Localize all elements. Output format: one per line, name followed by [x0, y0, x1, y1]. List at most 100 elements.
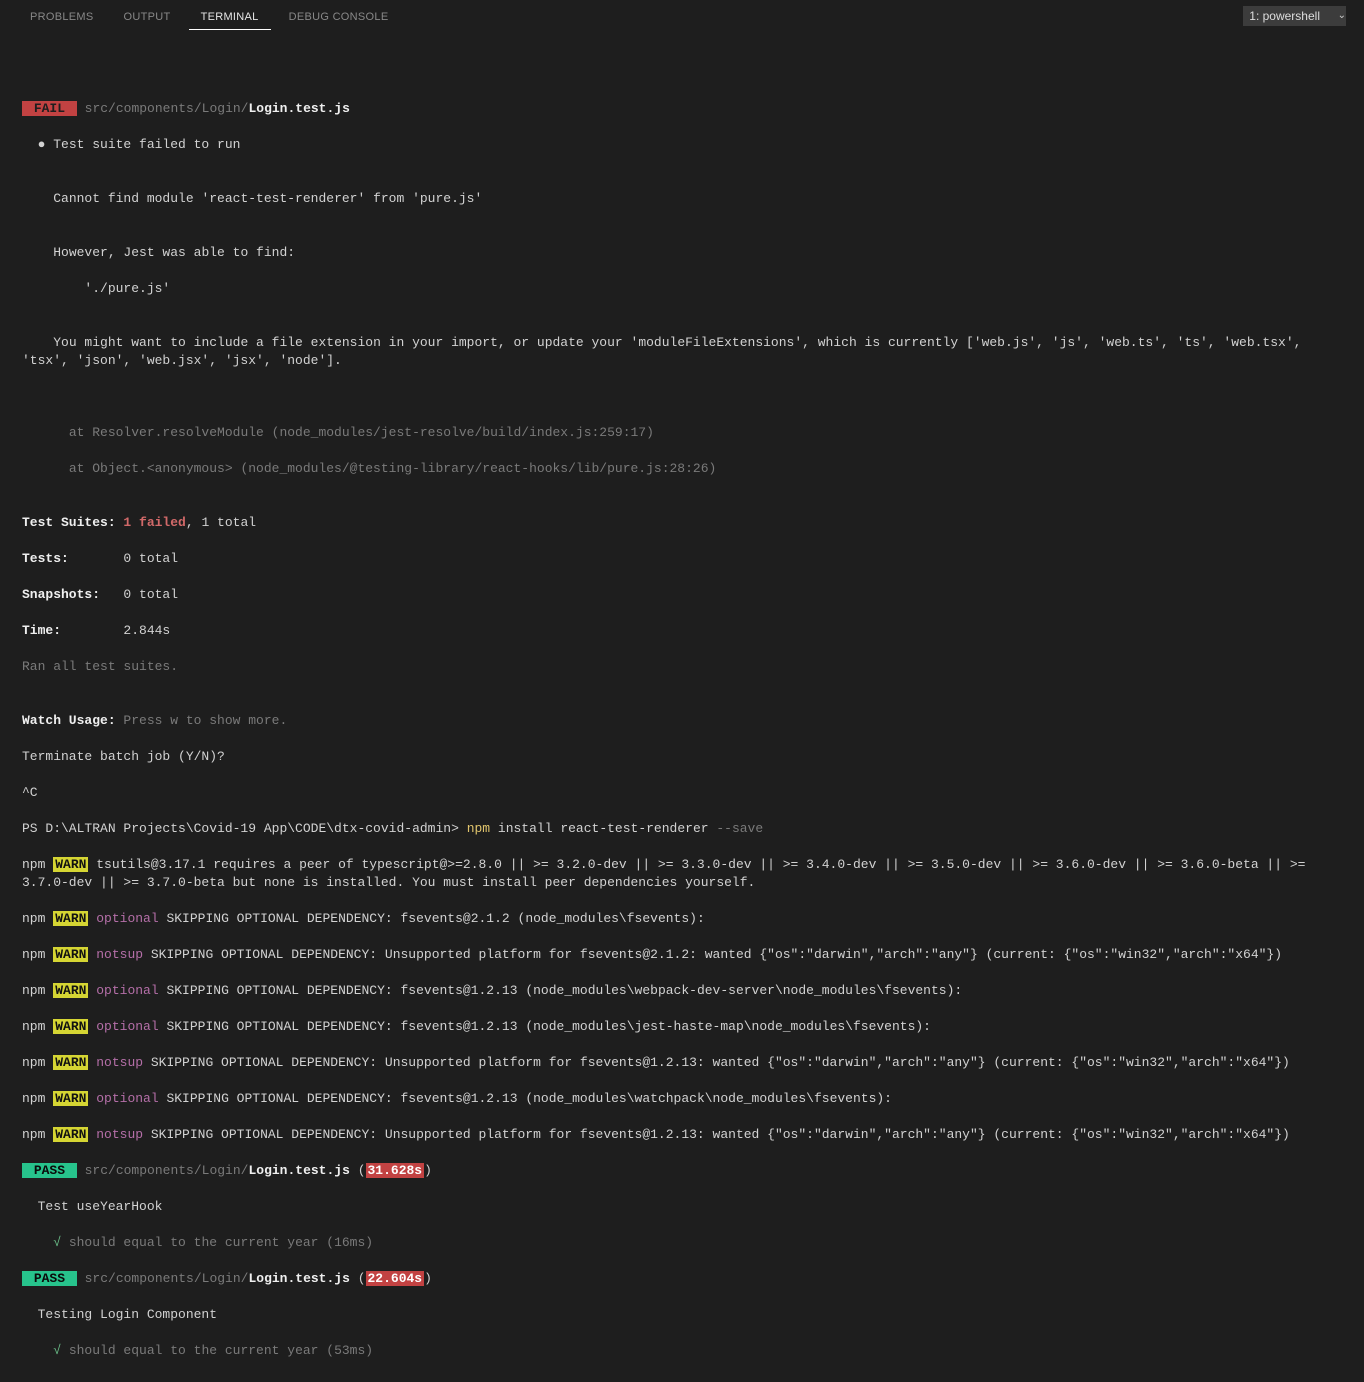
npm-line: npm WARN notsup SKIPPING OPTIONAL DEPEND…: [22, 1054, 1346, 1072]
terminate-line: Terminate batch job (Y/N)?: [22, 748, 1346, 766]
npm-msg: tsutils@3.17.1 requires a peer of typesc…: [22, 857, 1313, 890]
npm-prefix: npm: [22, 947, 53, 962]
npm-line: npm WARN notsup SKIPPING OPTIONAL DEPEND…: [22, 1126, 1346, 1144]
npm-line: npm WARN optional SKIPPING OPTIONAL DEPE…: [22, 910, 1346, 928]
warn-badge: WARN: [53, 857, 88, 872]
npm-tag: notsup: [88, 947, 143, 962]
warn-badge: WARN: [53, 983, 88, 998]
npm-tag: optional: [88, 911, 158, 926]
npm-msg: SKIPPING OPTIONAL DEPENDENCY: fsevents@1…: [159, 1091, 892, 1106]
npm-line: npm WARN optional SKIPPING OPTIONAL DEPE…: [22, 982, 1346, 1000]
warn-badge: WARN: [53, 911, 88, 926]
watch-line: Watch Usage: Press w to show more.: [22, 712, 1346, 730]
pass-line: PASS src/components/Login/Login.test.js …: [22, 1162, 1346, 1180]
terminal-shell-selected: 1: powershell: [1243, 6, 1346, 26]
pass-close: ): [424, 1271, 432, 1286]
slow-time: 22.604s: [366, 1271, 425, 1286]
npm-line: npm WARN optional SKIPPING OPTIONAL DEPE…: [22, 1090, 1346, 1108]
npm-prefix: npm: [22, 1019, 53, 1034]
npm-tag: notsup: [88, 1127, 143, 1142]
it-text: should equal to the current year (16ms): [69, 1235, 373, 1250]
cmd-args: install react-test-renderer: [498, 821, 716, 836]
tab-debug-console[interactable]: DEBUG CONSOLE: [277, 3, 401, 29]
summary-line: Snapshots: 0 total: [22, 586, 1346, 604]
prompt-line: PS D:\ALTRAN Projects\Covid-19 App\CODE\…: [22, 820, 1346, 838]
check-icon: √: [22, 1235, 69, 1250]
npm-tag: optional: [88, 1019, 158, 1034]
pass-file: Login.test.js: [248, 1163, 349, 1178]
fail-file: Login.test.js: [248, 101, 349, 116]
terminal-viewport[interactable]: FAIL src/components/Login/Login.test.js …: [0, 32, 1364, 1382]
npm-msg: SKIPPING OPTIONAL DEPENDENCY: Unsupporte…: [143, 1127, 1290, 1142]
summary-line: Tests: 0 total: [22, 550, 1346, 568]
tests-value: 0 total: [123, 551, 178, 566]
npm-line: npm WARN optional SKIPPING OPTIONAL DEPE…: [22, 1018, 1346, 1036]
npm-prefix: npm: [22, 1127, 53, 1142]
pass-open: (: [350, 1271, 366, 1286]
fail-header: FAIL src/components/Login/Login.test.js: [22, 100, 1346, 118]
ctrl-c: ^C: [22, 784, 1346, 802]
pass-close: ): [424, 1163, 432, 1178]
pass-open: (: [350, 1163, 366, 1178]
pass-path: src/components/Login/: [77, 1163, 249, 1178]
time-value: 2.844s: [123, 623, 170, 638]
npm-tag: notsup: [88, 1055, 143, 1070]
error-hint: You might want to include a file extensi…: [22, 334, 1346, 370]
suites-rest: , 1 total: [186, 515, 256, 530]
warn-badge: WARN: [53, 947, 88, 962]
npm-prefix: npm: [22, 1091, 53, 1106]
suites-failed: 1 failed: [123, 515, 185, 530]
npm-msg: SKIPPING OPTIONAL DEPENDENCY: Unsupporte…: [143, 947, 1282, 962]
npm-prefix: npm: [22, 1055, 53, 1070]
npm-tag: optional: [88, 1091, 158, 1106]
pass-path: src/components/Login/: [77, 1271, 249, 1286]
npm-msg: SKIPPING OPTIONAL DEPENDENCY: fsevents@2…: [159, 911, 705, 926]
watch-rest: Press w to show more.: [123, 713, 287, 728]
npm-msg: SKIPPING OPTIONAL DEPENDENCY: Unsupporte…: [143, 1055, 1290, 1070]
warn-badge: WARN: [53, 1019, 88, 1034]
tests-label: Tests:: [22, 551, 123, 566]
terminal-shell-dropdown[interactable]: 1: powershell ⌄: [1243, 6, 1352, 26]
stack-line: at Object.<anonymous> (node_modules/@tes…: [22, 460, 1346, 478]
stack-line: at Resolver.resolveModule (node_modules/…: [22, 424, 1346, 442]
npm-prefix: npm: [22, 857, 53, 872]
npm-line: npm WARN notsup SKIPPING OPTIONAL DEPEND…: [22, 946, 1346, 964]
warn-badge: WARN: [53, 1055, 88, 1070]
npm-line: npm WARN tsutils@3.17.1 requires a peer …: [22, 856, 1346, 892]
ps-prompt: PS D:\ALTRAN Projects\Covid-19 App\CODE\…: [22, 821, 467, 836]
time-label: Time:: [22, 623, 123, 638]
warn-badge: WARN: [53, 1091, 88, 1106]
summary-line: Test Suites: 1 failed, 1 total: [22, 514, 1346, 532]
summary-line: Time: 2.844s: [22, 622, 1346, 640]
pass-badge: PASS: [22, 1163, 77, 1178]
it-text: should equal to the current year (53ms): [69, 1343, 373, 1358]
npm-msg: SKIPPING OPTIONAL DEPENDENCY: fsevents@1…: [159, 983, 963, 998]
error-line: However, Jest was able to find:: [22, 244, 1346, 262]
cmd-flag: --save: [716, 821, 763, 836]
pass-line: PASS src/components/Login/Login.test.js …: [22, 1270, 1346, 1288]
npm-tag: optional: [88, 983, 158, 998]
describe-line: Test useYearHook: [22, 1198, 1346, 1216]
cmd-npm: npm: [467, 821, 498, 836]
tab-terminal[interactable]: TERMINAL: [189, 3, 271, 30]
fail-path: src/components/Login/: [85, 101, 249, 116]
pass-file: Login.test.js: [248, 1271, 349, 1286]
error-line: './pure.js': [22, 280, 1346, 298]
npm-prefix: npm: [22, 983, 53, 998]
snapshots-value: 0 total: [123, 587, 178, 602]
slow-time: 31.628s: [366, 1163, 425, 1178]
it-line: √ should equal to the current year (16ms…: [22, 1234, 1346, 1252]
npm-msg: SKIPPING OPTIONAL DEPENDENCY: fsevents@1…: [159, 1019, 931, 1034]
describe-line: Testing Login Component: [22, 1306, 1346, 1324]
panel-tabs: PROBLEMS OUTPUT TERMINAL DEBUG CONSOLE 1…: [0, 0, 1364, 32]
panel-tabs-left: PROBLEMS OUTPUT TERMINAL DEBUG CONSOLE: [18, 3, 1243, 30]
ran-line: Ran all test suites.: [22, 658, 1346, 676]
error-line: Cannot find module 'react-test-renderer'…: [22, 190, 1346, 208]
tab-output[interactable]: OUTPUT: [112, 3, 183, 29]
snaps-label: Snapshots:: [22, 587, 123, 602]
fail-bullet: ● Test suite failed to run: [22, 136, 1346, 154]
npm-prefix: npm: [22, 911, 53, 926]
tab-problems[interactable]: PROBLEMS: [18, 3, 106, 29]
suites-label: Test Suites:: [22, 515, 123, 530]
pass-badge: PASS: [22, 1271, 77, 1286]
